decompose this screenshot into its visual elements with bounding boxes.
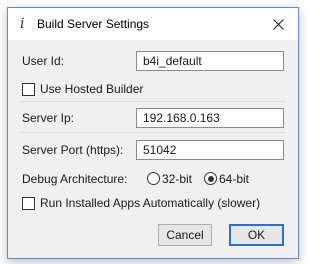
close-button[interactable] <box>258 8 298 40</box>
radio-32-bit-label: 32-bit <box>162 172 193 186</box>
info-icon: i <box>20 16 25 32</box>
server-ip-label: Server Ip: <box>22 111 75 125</box>
cancel-button[interactable]: Cancel <box>158 224 212 246</box>
use-hosted-builder-label: Use Hosted Builder <box>40 82 144 96</box>
server-port-input[interactable]: 51042 <box>136 140 284 160</box>
separator <box>20 101 286 102</box>
build-server-settings-dialog: i Build Server Settings User Id: b4i_def… <box>7 7 299 259</box>
server-port-label: Server Port (https): <box>22 143 124 157</box>
user-id-label: User Id: <box>22 54 65 68</box>
radio-32-bit[interactable] <box>147 172 160 185</box>
title-bar: i Build Server Settings <box>8 8 298 40</box>
ok-button[interactable]: OK <box>229 224 284 246</box>
debug-architecture-label: Debug Architecture: <box>22 172 128 186</box>
run-installed-apps-checkbox[interactable] <box>22 197 35 210</box>
close-icon <box>272 18 284 30</box>
server-ip-input[interactable]: 192.168.0.163 <box>136 108 284 128</box>
separator <box>20 132 286 133</box>
user-id-input[interactable]: b4i_default <box>136 51 284 71</box>
run-installed-apps-label: Run Installed Apps Automatically (slower… <box>40 196 261 210</box>
radio-64-bit[interactable] <box>204 172 217 185</box>
use-hosted-builder-checkbox[interactable] <box>22 83 35 96</box>
window-title: Build Server Settings <box>37 17 150 31</box>
radio-64-bit-label: 64-bit <box>219 172 250 186</box>
